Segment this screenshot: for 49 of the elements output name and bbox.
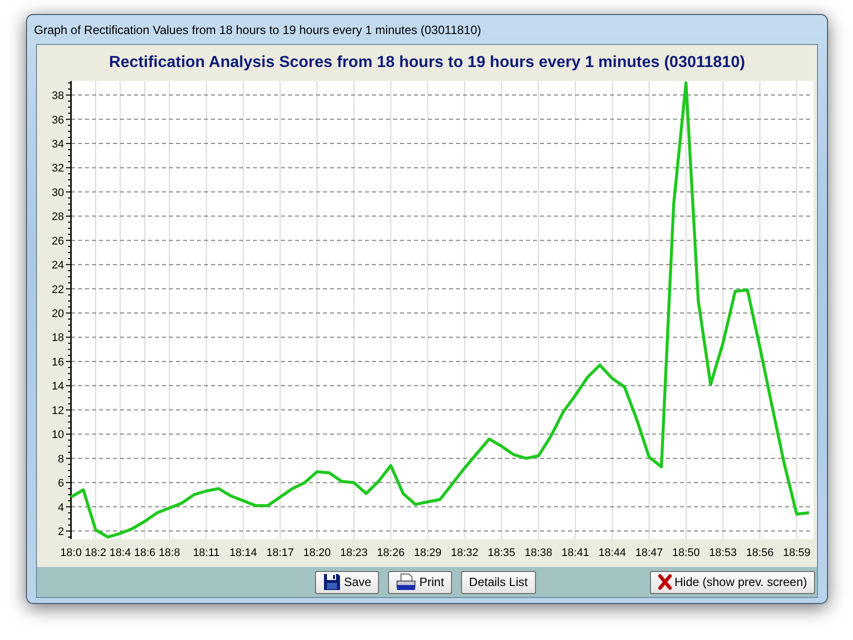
x-tick-label: 18:56 bbox=[746, 547, 774, 559]
y-tick-label: 26 bbox=[52, 235, 64, 248]
save-button[interactable]: Save bbox=[315, 570, 380, 594]
x-tick-label: 18:6 bbox=[134, 547, 156, 559]
y-tick-label: 14 bbox=[52, 380, 64, 393]
y-tick-label: 10 bbox=[52, 429, 64, 442]
y-tick-label: 6 bbox=[58, 478, 64, 490]
x-tick-label: 18:26 bbox=[377, 547, 405, 559]
x-tick-label: 18:38 bbox=[524, 547, 552, 559]
x-tick-label: 18:23 bbox=[340, 547, 368, 559]
y-tick-label: 20 bbox=[52, 308, 64, 320]
y-tick-label: 16 bbox=[52, 356, 64, 368]
x-tick-label: 18:20 bbox=[303, 547, 331, 559]
window-title: Graph of Rectification Values from 18 hours to 19 hours every 1 minutes (03011810) bbox=[34, 22, 482, 36]
x-tick-label: 18:2 bbox=[84, 547, 106, 559]
print-button[interactable]: Print bbox=[388, 570, 452, 594]
y-tick-label: 30 bbox=[52, 186, 64, 199]
y-tick-label: 34 bbox=[52, 138, 64, 150]
y-tick-label: 12 bbox=[52, 404, 64, 417]
chart-title: Rectification Analysis Scores from 18 hours to 19 hours every 1 minutes (03011810) bbox=[108, 53, 746, 73]
details-button[interactable]: Details List bbox=[461, 570, 536, 594]
x-tick-label: 18:53 bbox=[709, 547, 737, 559]
y-tick-label: 8 bbox=[58, 453, 64, 466]
close-icon bbox=[658, 574, 672, 590]
x-tick-label: 18:11 bbox=[192, 547, 220, 559]
y-tick-label: 2 bbox=[58, 526, 64, 538]
y-tick-label: 4 bbox=[58, 502, 64, 514]
printer-icon bbox=[396, 573, 416, 591]
x-tick-label: 18:17 bbox=[266, 547, 294, 559]
x-tick-label: 18:41 bbox=[562, 547, 590, 559]
x-tick-label: 18:35 bbox=[488, 547, 516, 559]
y-tick-label: 22 bbox=[52, 284, 64, 296]
y-tick-label: 38 bbox=[52, 90, 64, 102]
y-tick-label: 36 bbox=[52, 114, 64, 126]
x-tick-label: 18:14 bbox=[229, 547, 257, 559]
x-tick-label: 18:47 bbox=[635, 547, 663, 559]
x-tick-label: 18:29 bbox=[414, 547, 442, 559]
x-tick-label: 18:44 bbox=[598, 547, 626, 559]
x-tick-label: 18:4 bbox=[110, 547, 131, 559]
x-tick-label: 18:50 bbox=[672, 547, 700, 559]
y-tick-label: 32 bbox=[52, 162, 64, 175]
x-tick-label: 18:8 bbox=[158, 547, 180, 559]
y-tick-label: 18 bbox=[52, 332, 64, 344]
hide-button[interactable]: Hide (show prev. screen) bbox=[650, 570, 815, 594]
x-tick-label: 18:0 bbox=[60, 547, 82, 559]
x-tick-label: 18:59 bbox=[782, 547, 810, 559]
y-tick-label: 28 bbox=[52, 211, 64, 224]
x-tick-label: 18:32 bbox=[450, 547, 478, 559]
y-tick-label: 24 bbox=[52, 260, 64, 272]
